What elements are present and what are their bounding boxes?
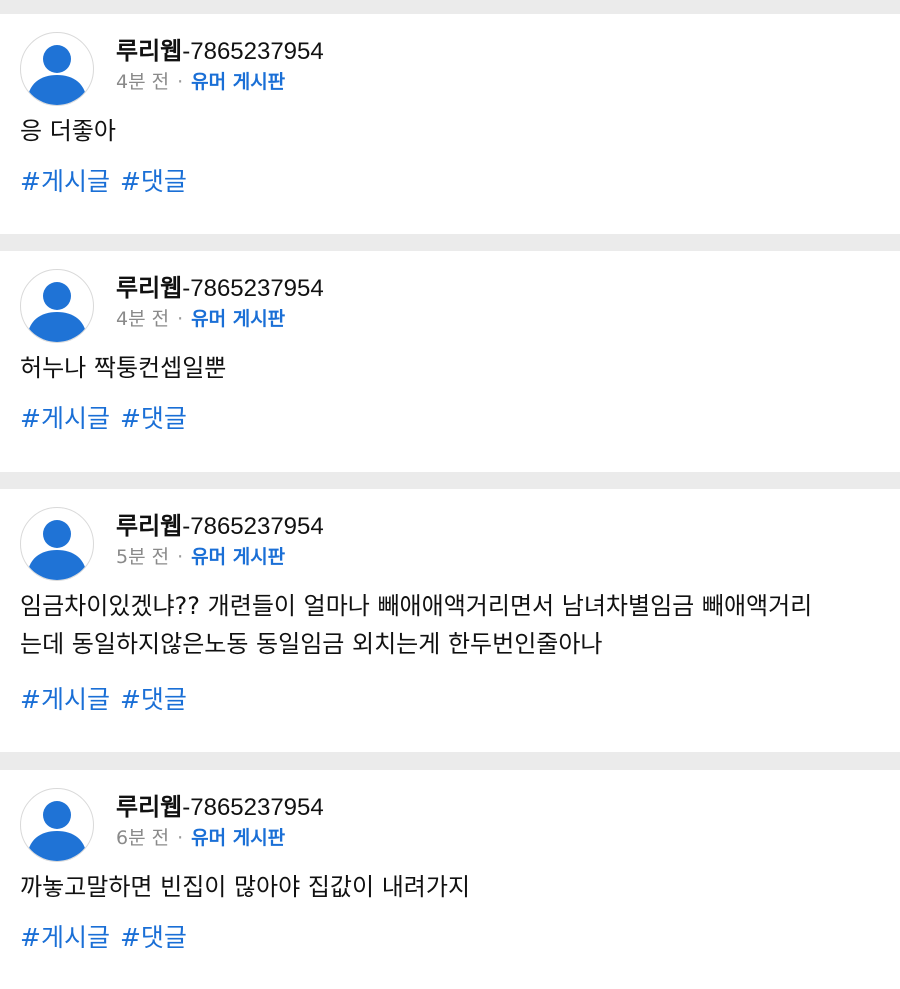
user-avatar[interactable] [20, 788, 94, 862]
default-user-avatar-icon [27, 282, 87, 342]
tag-post[interactable]: #게시글 [20, 167, 110, 196]
author-line: 루리웹-7865237954 [116, 273, 324, 304]
post-meta: 6분 전 · 유머 게시판 [116, 825, 285, 851]
author-nickname[interactable]: 루리웹 [116, 274, 182, 302]
tag-comment[interactable]: #댓글 [120, 167, 187, 196]
tag-post[interactable]: #게시글 [20, 685, 110, 714]
post-meta: 4분 전 · 유머 게시판 [116, 306, 285, 332]
tag-comment[interactable]: #댓글 [120, 923, 187, 952]
user-avatar[interactable] [20, 269, 94, 343]
author-nickname[interactable]: 루리웹 [116, 793, 182, 821]
tag-list: #게시글 #댓글 [20, 684, 197, 716]
meta-separator: · [177, 546, 184, 568]
author-line: 루리웹-7865237954 [116, 792, 324, 823]
post-meta: 5분 전 · 유머 게시판 [116, 544, 285, 570]
comment-feed: 루리웹-7865237954 4분 전 · 유머 게시판 응 더좋아 #게시글 #댓글… [0, 0, 900, 989]
post-time: 6분 전 [116, 827, 170, 849]
comment-body: 까놓고말하면 빈집이 많아야 집값이 내려가지 [20, 873, 471, 901]
user-avatar[interactable] [20, 507, 94, 581]
tag-comment[interactable]: #댓글 [120, 685, 187, 714]
comment-body: 응 더좋아 [20, 117, 116, 145]
author-nickname[interactable]: 루리웹 [116, 512, 182, 540]
board-link[interactable]: 유머 게시판 [191, 546, 285, 568]
default-user-avatar-icon [27, 45, 87, 105]
comment-card[interactable]: 루리웹-7865237954 6분 전 · 유머 게시판 까놓고말하면 빈집이 많아… [0, 770, 900, 989]
author-id: -7865237954 [182, 38, 324, 65]
meta-separator: · [177, 827, 184, 849]
comment-card[interactable]: 루리웹-7865237954 4분 전 · 유머 게시판 허누나 짝퉁컨셉일뿐 #게… [0, 251, 900, 472]
tag-list: #게시글 #댓글 [20, 403, 197, 435]
comment-body: 임금차이있겠냐?? 개련들이 얼마나 빼애애액거리면서 남녀차별임금 빼애액거리… [20, 592, 813, 658]
meta-separator: · [177, 71, 184, 93]
meta-separator: · [177, 308, 184, 330]
author-id: -7865237954 [182, 513, 324, 540]
comment-card[interactable]: 루리웹-7865237954 5분 전 · 유머 게시판 임금차이있겠냐?? 개련들… [0, 489, 900, 752]
post-meta: 4분 전 · 유머 게시판 [116, 69, 285, 95]
author-nickname[interactable]: 루리웹 [116, 37, 182, 65]
default-user-avatar-icon [27, 801, 87, 861]
post-time: 4분 전 [116, 71, 170, 93]
author-id: -7865237954 [182, 794, 324, 821]
author-line: 루리웹-7865237954 [116, 511, 324, 542]
comment-card[interactable]: 루리웹-7865237954 4분 전 · 유머 게시판 응 더좋아 #게시글 #댓글 [0, 14, 900, 234]
comment-body: 허누나 짝퉁컨셉일뿐 [20, 354, 227, 382]
default-user-avatar-icon [27, 520, 87, 580]
tag-list: #게시글 #댓글 [20, 922, 197, 954]
user-avatar[interactable] [20, 32, 94, 106]
post-time: 4분 전 [116, 308, 170, 330]
board-link[interactable]: 유머 게시판 [191, 308, 285, 330]
tag-comment[interactable]: #댓글 [120, 404, 187, 433]
author-id: -7865237954 [182, 275, 324, 302]
author-line: 루리웹-7865237954 [116, 36, 324, 67]
board-link[interactable]: 유머 게시판 [191, 827, 285, 849]
post-time: 5분 전 [116, 546, 170, 568]
tag-list: #게시글 #댓글 [20, 166, 197, 198]
tag-post[interactable]: #게시글 [20, 923, 110, 952]
tag-post[interactable]: #게시글 [20, 404, 110, 433]
board-link[interactable]: 유머 게시판 [191, 71, 285, 93]
